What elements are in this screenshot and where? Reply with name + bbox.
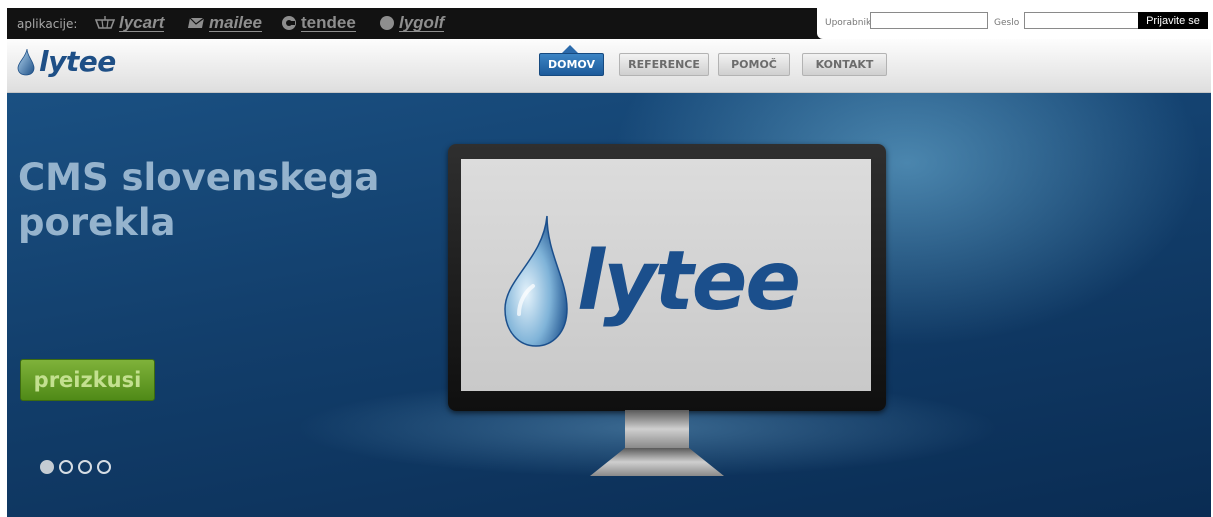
nav-item-pomoc[interactable]: POMOČ <box>718 53 790 76</box>
slide-dot-1[interactable] <box>40 460 54 474</box>
app-name-lygolf: lygolf <box>399 12 445 32</box>
active-nav-pointer <box>562 45 578 53</box>
password-label: Geslo <box>994 18 1020 28</box>
site-header: lytee DOMOV REFERENCE POMOČ KONTAKT <box>7 39 1211 93</box>
try-button[interactable]: preizkusi <box>20 359 155 401</box>
slide-dot-4[interactable] <box>97 460 111 474</box>
nav-item-reference[interactable]: REFERENCE <box>619 53 709 76</box>
screen-logo: lytee <box>503 214 801 349</box>
site-logo[interactable]: lytee <box>17 45 116 78</box>
monitor-screen: lytee <box>461 159 871 391</box>
app-link-mailee[interactable]: mailee <box>187 12 262 34</box>
water-drop-icon <box>504 215 568 347</box>
app-name-lycart: lycart <box>119 12 165 32</box>
cart-icon <box>95 16 115 29</box>
logo-text: lytee <box>39 45 116 78</box>
water-drop-icon <box>17 48 35 75</box>
golf-ball-icon <box>380 16 394 30</box>
app-name-tendee: tendee <box>301 12 356 32</box>
slide-dot-3[interactable] <box>78 460 92 474</box>
tendee-icon <box>282 16 296 30</box>
apps-bar: aplikacije: lycart mailee tendee lygolf <box>7 8 1211 39</box>
username-label: Uporabnik <box>825 18 872 28</box>
monitor-stand <box>590 410 724 476</box>
nav-item-domov[interactable]: DOMOV <box>539 53 604 76</box>
mail-icon <box>188 17 205 28</box>
password-input[interactable] <box>1024 12 1142 29</box>
hero-banner: CMS slovenskega porekla lytee preizkusi <box>7 93 1211 517</box>
login-button[interactable]: Prijavite se <box>1138 12 1208 29</box>
app-link-lygolf[interactable]: lygolf <box>379 12 445 34</box>
apps-label: aplikacije: <box>17 17 78 31</box>
screen-logo-text: lytee <box>577 233 801 329</box>
username-input[interactable] <box>870 12 988 29</box>
slide-dot-2[interactable] <box>59 460 73 474</box>
slider-pagination <box>40 460 111 474</box>
hero-title: CMS slovenskega porekla <box>18 156 380 244</box>
app-name-mailee: mailee <box>209 12 262 32</box>
nav-item-kontakt[interactable]: KONTAKT <box>802 53 887 76</box>
app-link-tendee[interactable]: tendee <box>281 12 356 34</box>
monitor-illustration: lytee <box>448 144 886 411</box>
app-link-lycart[interactable]: lycart <box>95 12 165 34</box>
